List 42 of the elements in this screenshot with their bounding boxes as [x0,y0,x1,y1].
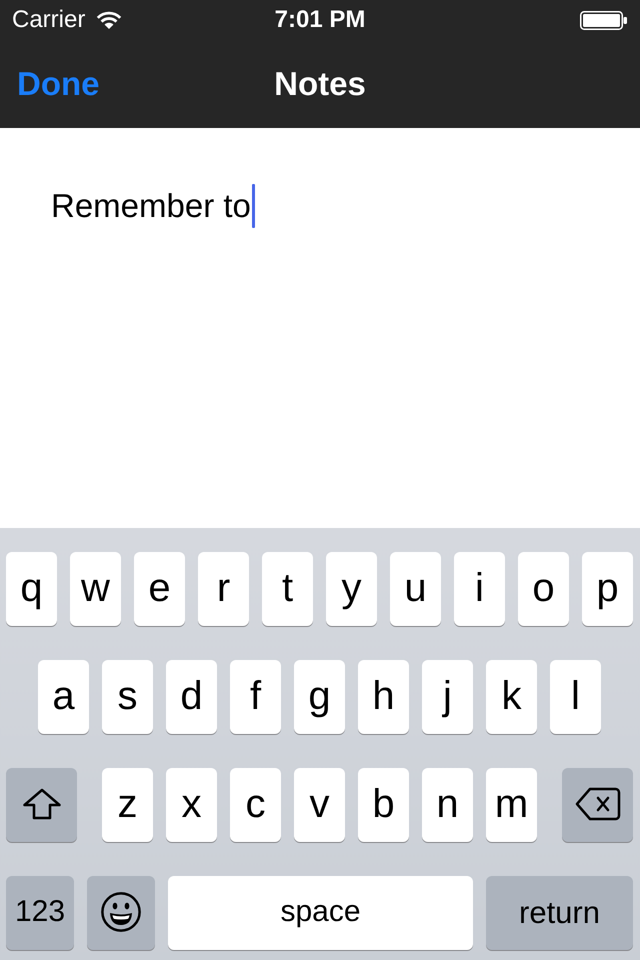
letter-key[interactable]: f [230,660,281,734]
letter-key[interactable]: m [486,768,537,842]
letter-key[interactable]: x [166,768,217,842]
letter-key[interactable]: o [518,552,569,626]
wifi-icon [96,10,122,30]
smiley-icon [101,892,141,932]
text-cursor [252,184,255,228]
letter-key[interactable]: e [134,552,185,626]
done-button[interactable]: Done [17,64,100,104]
letter-key[interactable]: i [454,552,505,626]
letter-key[interactable]: d [166,660,217,734]
letter-key[interactable]: y [326,552,377,626]
return-key[interactable]: return [486,876,633,950]
battery-icon [580,10,628,30]
shift-icon [22,788,62,820]
letter-key[interactable]: n [422,768,473,842]
letter-key[interactable]: z [102,768,153,842]
letter-key[interactable]: r [198,552,249,626]
shift-key[interactable] [6,768,77,842]
letter-key[interactable]: k [486,660,537,734]
letter-key[interactable]: w [70,552,121,626]
letter-key[interactable]: l [550,660,601,734]
backspace-icon [574,787,620,821]
letter-key[interactable]: t [262,552,313,626]
letter-key[interactable]: q [6,552,57,626]
letter-key[interactable]: c [230,768,281,842]
numbers-key[interactable]: 123 [6,876,74,950]
letter-key[interactable]: s [102,660,153,734]
letter-key[interactable]: b [358,768,409,842]
letter-key[interactable]: g [294,660,345,734]
delete-key[interactable] [562,768,633,842]
letter-key[interactable]: j [422,660,473,734]
letter-key[interactable]: p [582,552,633,626]
letter-key[interactable]: v [294,768,345,842]
letter-key[interactable]: a [38,660,89,734]
nav-title: Notes [274,64,366,104]
carrier-name: Carrier [12,6,86,34]
letter-key[interactable]: u [390,552,441,626]
status-time: 7:01 PM [274,6,366,34]
letter-key[interactable]: h [358,660,409,734]
emoji-key[interactable] [87,876,155,950]
space-key[interactable]: space [168,876,473,950]
